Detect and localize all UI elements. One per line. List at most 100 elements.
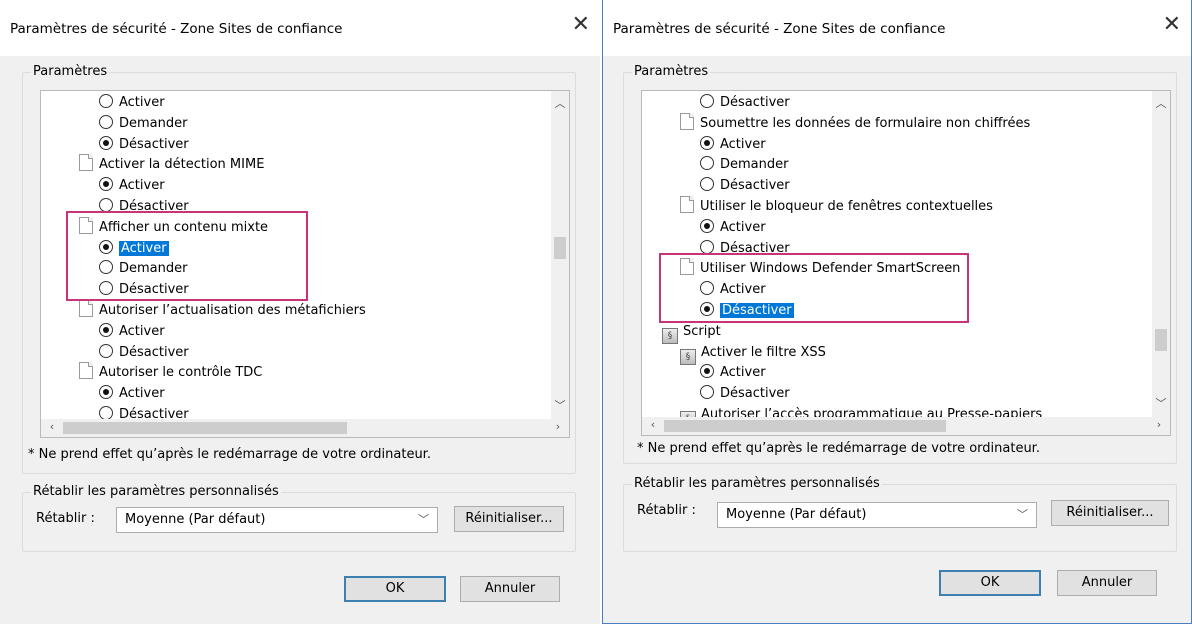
script-icon: § bbox=[680, 348, 696, 365]
horizontal-scrollbar[interactable]: ‹ › bbox=[642, 417, 1170, 435]
document-icon bbox=[79, 300, 93, 317]
document-icon bbox=[680, 196, 694, 213]
radio-option[interactable]: Désactiver bbox=[99, 134, 189, 155]
settings-group-label: Paramètres bbox=[632, 64, 711, 79]
radio-icon bbox=[99, 177, 113, 192]
chevron-down-icon: ﹀ bbox=[418, 513, 429, 526]
cancel-button[interactable]: Annuler bbox=[1057, 570, 1157, 596]
setting-item: Autoriser l’actualisation des métafichie… bbox=[79, 300, 366, 321]
script-icon: § bbox=[662, 327, 678, 344]
reset-level-value: Moyenne (Par défaut) bbox=[726, 507, 867, 522]
item-label: Désactiver bbox=[720, 95, 790, 110]
radio-icon bbox=[700, 218, 714, 233]
close-icon[interactable]: ✕ bbox=[572, 14, 590, 36]
document-icon bbox=[79, 362, 93, 380]
item-label: Activer le filtre XSS bbox=[701, 344, 826, 360]
setting-item: § Activer le filtre XSS bbox=[680, 342, 826, 365]
radio-option[interactable]: Désactiver bbox=[700, 175, 790, 196]
h-scroll-thumb[interactable] bbox=[63, 422, 347, 434]
scroll-down-icon[interactable]: ﹀ bbox=[551, 397, 569, 413]
reset-label: Rétablir : bbox=[637, 503, 696, 518]
radio-icon bbox=[700, 156, 714, 171]
setting-item: Soumettre les données de formulaire non … bbox=[680, 112, 1031, 134]
scroll-up-icon[interactable]: ︿ bbox=[551, 95, 569, 111]
document-icon bbox=[79, 154, 93, 172]
reset-level-select[interactable]: Moyenne (Par défaut) ﹀ bbox=[116, 507, 438, 533]
ok-button[interactable]: OK bbox=[344, 576, 446, 602]
radio-option[interactable]: Demander bbox=[700, 154, 788, 175]
h-scroll-thumb[interactable] bbox=[664, 420, 946, 432]
item-label: Désactiver bbox=[720, 386, 790, 402]
restart-note: * Ne prend effet qu’après le redémarrage… bbox=[28, 447, 431, 462]
title-bar: Paramètres de sécurité - Zone Sites de c… bbox=[603, 0, 1191, 56]
scroll-thumb[interactable] bbox=[554, 237, 566, 259]
item-label: Activer bbox=[119, 178, 165, 194]
reset-button[interactable]: Réinitialiser... bbox=[454, 506, 564, 532]
ok-button[interactable]: OK bbox=[939, 570, 1041, 596]
radio-icon bbox=[99, 385, 113, 400]
radio-icon bbox=[99, 135, 113, 150]
vertical-scrollbar[interactable]: ︿ ﹀ bbox=[1152, 91, 1170, 417]
radio-option[interactable]: Demander bbox=[99, 113, 187, 134]
scroll-left-icon[interactable]: ‹ bbox=[43, 420, 61, 433]
restart-note: * Ne prend effet qu’après le redémarrage… bbox=[637, 441, 1040, 456]
radio-option[interactable]: Activer bbox=[99, 175, 165, 196]
scroll-down-icon[interactable]: ﹀ bbox=[1152, 395, 1170, 411]
radio-option[interactable]: Activer bbox=[700, 362, 766, 383]
item-label: Activer bbox=[119, 323, 165, 339]
item-label: Désactiver bbox=[119, 136, 189, 152]
scroll-right-icon[interactable]: › bbox=[549, 420, 567, 433]
setting-item: Activer la détection MIME bbox=[79, 154, 264, 175]
radio-icon bbox=[700, 364, 714, 379]
vertical-scrollbar[interactable]: ︿ ﹀ bbox=[551, 91, 569, 419]
reset-level-value: Moyenne (Par défaut) bbox=[125, 512, 266, 527]
radio-icon bbox=[99, 198, 113, 212]
item-label: Activer bbox=[720, 136, 766, 152]
document-icon bbox=[680, 112, 694, 130]
item-label: Demander bbox=[720, 157, 789, 173]
security-settings-dialog-left: Paramètres de sécurité - Zone Sites de c… bbox=[0, 0, 600, 624]
item-label: Désactiver bbox=[119, 344, 189, 360]
radio-icon bbox=[99, 94, 113, 108]
setting-item: § Script bbox=[662, 321, 721, 344]
close-icon[interactable]: ✕ bbox=[1163, 14, 1181, 36]
radio-option[interactable]: Désactiver bbox=[700, 92, 790, 113]
scroll-up-icon[interactable]: ︿ bbox=[1152, 95, 1170, 111]
reset-group-label: Rétablir les paramètres personnalisés bbox=[31, 484, 281, 499]
radio-option[interactable]: Activer bbox=[99, 321, 165, 342]
scroll-thumb[interactable] bbox=[1155, 329, 1167, 351]
radio-icon bbox=[700, 239, 714, 254]
title-bar: Paramètres de sécurité - Zone Sites de c… bbox=[0, 0, 600, 56]
radio-option[interactable]: Désactiver bbox=[99, 342, 189, 363]
item-label: Activer bbox=[720, 219, 766, 235]
radio-option[interactable]: Activer bbox=[700, 134, 766, 155]
radio-icon bbox=[700, 177, 714, 192]
radio-option[interactable]: Désactiver bbox=[700, 383, 790, 404]
item-label: Demander bbox=[119, 115, 188, 131]
item-label: Autoriser l’actualisation des métafichie… bbox=[99, 303, 366, 318]
reset-level-select[interactable]: Moyenne (Par défaut) ﹀ bbox=[717, 502, 1037, 528]
radio-option[interactable]: Activer bbox=[99, 383, 165, 404]
cancel-button[interactable]: Annuler bbox=[460, 576, 560, 602]
item-label: Activer bbox=[720, 365, 766, 381]
scroll-left-icon[interactable]: ‹ bbox=[644, 418, 662, 431]
highlight-box bbox=[66, 211, 308, 301]
horizontal-scrollbar[interactable]: ‹ › bbox=[41, 419, 569, 437]
radio-icon bbox=[99, 343, 113, 358]
reset-group-label: Rétablir les paramètres personnalisés bbox=[632, 476, 882, 491]
item-label: Script bbox=[683, 323, 721, 339]
radio-icon bbox=[99, 322, 113, 337]
highlight-box bbox=[659, 253, 969, 323]
radio-option[interactable]: Activer bbox=[700, 217, 766, 238]
scroll-right-icon[interactable]: › bbox=[1150, 418, 1168, 431]
item-label: Autoriser le contrôle TDC bbox=[99, 365, 263, 381]
item-label: Activer bbox=[119, 95, 165, 110]
item-label: Soumettre les données de formulaire non … bbox=[700, 115, 1031, 131]
dialog-title: Paramètres de sécurité - Zone Sites de c… bbox=[613, 21, 946, 37]
radio-option[interactable]: Activer bbox=[99, 92, 165, 113]
radio-icon bbox=[700, 94, 714, 108]
item-label: Activer la détection MIME bbox=[99, 157, 265, 173]
radio-icon bbox=[700, 385, 714, 400]
reset-button[interactable]: Réinitialiser... bbox=[1051, 500, 1169, 526]
item-label: Utiliser le bloqueur de fenêtres context… bbox=[700, 199, 993, 214]
